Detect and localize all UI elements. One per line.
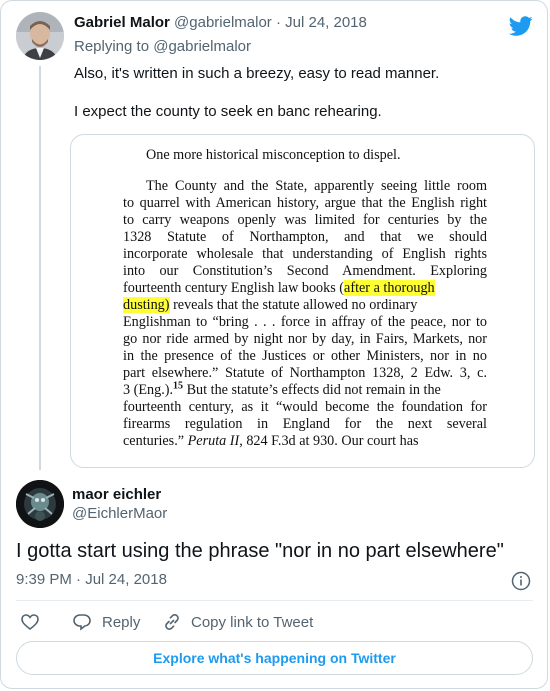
doc-line: go nor ride armed by night nor by day, i… bbox=[123, 331, 487, 347]
copy-link-label: Copy link to Tweet bbox=[191, 613, 314, 631]
tweet-time: 9:39 PM bbox=[16, 571, 72, 588]
reply-text-line-2: I expect the county to seek en banc rehe… bbox=[74, 103, 382, 120]
speech-bubble-icon bbox=[73, 614, 91, 631]
replying-to-line: Replying to @gabrielmalor bbox=[74, 38, 251, 55]
doc-highlight: dusting) bbox=[123, 297, 170, 313]
doc-text: 3 (Eng.). bbox=[123, 382, 174, 398]
doc-line: centuries.” Peruta II, 824 F.3d at 930. … bbox=[123, 433, 487, 450]
reply-header: Gabriel Malor @gabrielmalor · Jul 24, 20… bbox=[74, 14, 367, 31]
doc-text: reveals that the statute allowed no ordi… bbox=[169, 297, 418, 313]
reply-text-line-1: Also, it's written in such a breezy, eas… bbox=[74, 65, 440, 82]
reply-button[interactable]: Reply bbox=[72, 612, 140, 632]
doc-text: , 824 F.3d at 930. Our court has bbox=[239, 433, 419, 449]
doc-text: centuries.” bbox=[123, 433, 188, 449]
tweet-date: Jul 24, 2018 bbox=[85, 571, 167, 588]
heart-icon bbox=[21, 614, 39, 631]
doc-line: fourteenth century English law books (af… bbox=[123, 280, 487, 297]
doc-heading: One more historical misconception to dis… bbox=[146, 147, 401, 163]
tweet-text: I gotta start using the phrase "nor in n… bbox=[16, 540, 504, 562]
doc-line: to carry weapons openly was limited for … bbox=[123, 212, 487, 228]
actions-divider bbox=[16, 600, 533, 601]
reply-author-name[interactable]: Gabriel Malor bbox=[74, 14, 170, 31]
court-opinion-text: One more historical misconception to dis… bbox=[71, 135, 534, 467]
doc-text: fourteenth century English law books ( bbox=[123, 280, 345, 296]
info-icon[interactable] bbox=[511, 571, 531, 591]
doc-line: incorporate wholesale that understanding… bbox=[123, 246, 487, 262]
doc-line: in the presence of the Justices or other… bbox=[123, 348, 487, 364]
doc-line: dusting) reveals that the statute allowe… bbox=[123, 297, 487, 314]
reply-date[interactable]: Jul 24, 2018 bbox=[285, 14, 367, 31]
doc-footnote-marker: 15 bbox=[173, 380, 184, 392]
maor-eichler-avatar[interactable] bbox=[16, 480, 64, 528]
court-opinion-image[interactable]: One more historical misconception to dis… bbox=[70, 134, 535, 468]
tweet-timestamp[interactable]: 9:39 PM · Jul 24, 2018 bbox=[16, 571, 167, 588]
replying-to-handle[interactable]: @gabrielmalor bbox=[153, 38, 251, 55]
doc-line: 1328 Statute of Northampton, and that we… bbox=[123, 229, 487, 245]
doc-line: firearms regulation in England for the n… bbox=[123, 416, 487, 432]
doc-highlight: after a thorough bbox=[344, 280, 435, 296]
replying-prefix: Replying to bbox=[74, 38, 150, 55]
explore-twitter-button[interactable]: Explore what's happening on Twitter bbox=[16, 641, 533, 675]
doc-line: into our Constitution’s Second Amendment… bbox=[123, 263, 487, 279]
doc-line: to quarrel with American history, argue … bbox=[123, 195, 487, 211]
reply-label: Reply bbox=[102, 613, 141, 631]
tweet-author-handle[interactable]: @EichlerMaor bbox=[72, 505, 167, 522]
doc-line: Englishman to “bring . . . force in affr… bbox=[123, 314, 487, 330]
like-button[interactable] bbox=[20, 612, 40, 632]
twitter-bird-icon[interactable] bbox=[509, 14, 533, 38]
thread-connector-line bbox=[39, 66, 41, 470]
doc-text: But the statute’s effects did not remain… bbox=[183, 382, 441, 398]
reply-author-handle[interactable]: @gabrielmalor bbox=[174, 14, 272, 31]
reply-separator: · bbox=[275, 14, 281, 31]
gabriel-malor-avatar[interactable] bbox=[16, 12, 64, 60]
copy-link-button[interactable]: Copy link to Tweet bbox=[162, 612, 313, 632]
tweet-meta-separator: · bbox=[76, 571, 82, 588]
doc-case-name: Peruta II bbox=[187, 433, 240, 449]
link-icon bbox=[165, 614, 179, 630]
doc-line: The County and the State, apparently see… bbox=[146, 178, 487, 194]
doc-line: fourteenth century, as it “would become … bbox=[123, 399, 487, 415]
tweet-author-name[interactable]: maor eichler bbox=[72, 486, 161, 503]
doc-line: 3 (Eng.).15 But the statute’s effects di… bbox=[123, 380, 487, 399]
